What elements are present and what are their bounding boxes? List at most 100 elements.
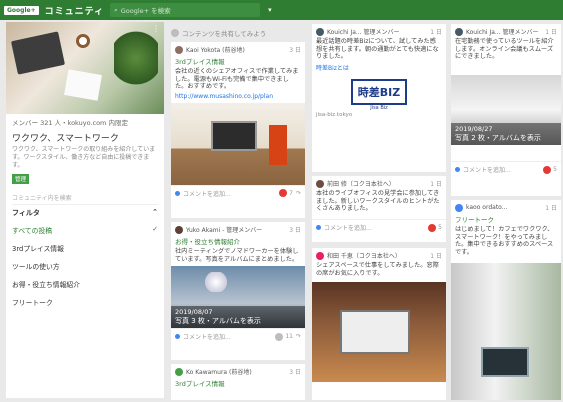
cover-notebook [64,69,102,101]
post-photo[interactable]: 2019/08/07 写真 3 枚・アルバムを表示 [171,266,305,328]
post-photo[interactable]: 2019/08/27 写真 2 枚・アルバムを表示 [451,75,561,145]
post-card-1[interactable]: Kaoi Yokota (前谷地) 3 日 3rdプレイス情報 会社の近くのシェ… [171,42,305,218]
nav-item-all-posts[interactable]: すべての投稿 ✓ [6,221,164,239]
post-card-4[interactable]: Kouichi Ja... 管理メンバー 1 日 最近話題の時差Bizについて、… [312,24,446,172]
avatar[interactable] [316,179,324,188]
album-caption[interactable]: 写真 2 枚・アルバムを表示 [455,133,557,143]
avatar[interactable] [455,27,463,36]
share-prompt[interactable]: コンテンツを共有してみよう [171,26,305,40]
community-search-input[interactable]: コミュニティ内を検索 [12,193,158,205]
post-time: 1 日 [430,181,442,188]
avatar[interactable] [175,45,183,54]
post-time: 1 日 [545,205,557,212]
post-category[interactable]: 3rdプレイス情報 [171,377,305,389]
comment-placeholder: コメントを追加... [183,190,231,198]
laptop-image [340,310,410,354]
post-photo[interactable] [451,263,561,400]
share-icon[interactable]: ↷ [296,190,301,197]
comment-input[interactable]: コメントを追加... [316,223,428,232]
post-author[interactable]: Ko Kawamura (前谷地) [186,367,286,376]
avatar[interactable] [175,225,183,234]
album-overlay[interactable]: 2019/08/27 写真 2 枚・アルバムを表示 [451,123,561,145]
link-source[interactable]: jisa-biz.tokyo [312,111,446,119]
chevron-up-icon[interactable]: ⌃ [152,208,158,218]
plus-one-badge[interactable] [543,165,552,174]
laptop-image [481,347,529,377]
post-text: シェアスペースで仕事をしてみました。窓際の席がお気に入りです。 [316,262,439,277]
nav-item-free-talk[interactable]: フリートーク [6,293,164,311]
community-name: ワクワク、スマートワーク [12,134,119,144]
plus-one-badge[interactable] [275,332,284,341]
jisa-biz-logo[interactable]: 時差BIZ [351,78,407,105]
more-options-icon[interactable]: ⋮ [152,24,160,33]
post-author[interactable]: kaoo ordato... [466,204,542,211]
filter-header[interactable]: フィルタ ⌃ [6,205,164,221]
post-author[interactable]: Kouichi Ja... 管理メンバー [327,27,427,36]
balloons-image [201,272,231,292]
avatar[interactable] [455,203,463,212]
laptop-image [211,120,257,151]
post-card-5[interactable]: 前田 修（コクヨ本社へ） 1 日 本社のライブオフィスの見学会に参加してきました… [312,176,446,242]
post-photo[interactable] [312,282,446,382]
avatar [171,29,179,37]
post-author[interactable]: Kaoi Yokota (前谷地) [186,45,286,54]
plus-one-count: 5 [553,166,557,173]
nav-item-tools[interactable]: ツールの使い方 [6,257,164,275]
post-footer: コメントを追加... 5 [312,219,446,235]
community-sidebar: ⋮ メンバー 321 人・kokuyo.com 内限定 ワクワク、スマートワーク… [6,22,164,398]
post-text: はじめまして！カフェでワクワク、スマートワーク！をやってみました。集中できるおす… [455,226,554,256]
comment-input[interactable]: コメントを追加... [455,165,543,174]
post-text: 本社のライブオフィスの見学会に参加してきました。新しいワークスタイルのヒントがた… [316,190,440,212]
post-category[interactable]: 3rdプレイス情報 [171,55,305,67]
plus-one-count: 11 [285,333,293,340]
google-plus-logo[interactable]: Google+ [4,5,39,15]
post-author[interactable]: 前田 修（コクヨ本社へ） [327,179,427,188]
post-card-8[interactable]: kaoo ordato... 1 日 フリートーク はじめまして！カフェでワクワ… [451,200,561,400]
post-time: 3 日 [289,369,301,376]
nav-item-tips[interactable]: お得・役立ち情報紹介 [6,275,164,293]
comment-input[interactable]: コメントを追加... [175,332,275,341]
post-time: 1 日 [430,29,442,36]
post-card-2[interactable]: Yuko Akami - 管理メンバー 3 日 お得・役立ち情報紹介 社内ミーテ… [171,222,305,360]
album-caption[interactable]: 写真 3 枚・アルバムを表示 [175,316,301,326]
avatar[interactable] [175,367,183,376]
post-footer: コメントを追加... 5 [451,161,561,177]
nav-item-3rd-place[interactable]: 3rdプレイス情報 [6,239,164,257]
community-cover-photo: ⋮ [6,22,164,114]
manager-badge[interactable]: 管理 [12,174,30,184]
nav-item-label: フリートーク [12,299,53,307]
post-link[interactable]: http://www.musashino.co.jp/plan [171,92,305,101]
post-card-3[interactable]: Ko Kawamura (前谷地) 3 日 3rdプレイス情報 [171,364,305,400]
app-title: コミュニティ [44,6,105,17]
avatar [175,190,180,196]
comment-placeholder: コメントを追加... [183,334,231,341]
plus-one-count: 7 [289,189,293,197]
comment-input[interactable]: コメントを追加... [175,189,279,198]
album-overlay[interactable]: 2019/08/07 写真 3 枚・アルバムを表示 [171,306,305,328]
post-card-7[interactable]: Kouichi Ja... 管理メンバー 1 日 在宅勤務で使っているツールを紹… [451,24,561,196]
comment-placeholder: コメントを追加... [324,225,372,232]
plus-one-badge[interactable] [279,189,288,197]
search-input[interactable]: ⌕ Google+ を検索 [110,3,261,17]
post-author[interactable]: 和田 千恵（コクヨ本社へ） [327,251,427,260]
share-icon[interactable]: ↷ [296,333,301,340]
cover-coffee-cup [76,34,90,48]
avatar[interactable] [316,251,324,260]
avatar[interactable] [316,27,324,36]
post-link-text[interactable]: 時差Bizとは [312,62,446,73]
post-author[interactable]: Yuko Akami - 管理メンバー [186,225,286,234]
nav-item-label: すべての投稿 [12,227,53,235]
chevron-down-icon[interactable]: ▾ [268,6,272,14]
post-category[interactable]: フリートーク [451,213,561,225]
community-description: ワクワク、スマートワークの取り組みを紹介しています。ワークスタイル、働き方など自… [12,146,156,169]
post-author[interactable]: Kouichi Ja... 管理メンバー [466,27,542,36]
post-photo[interactable] [171,102,305,185]
post-text: 在宅勤務で使っているツールを紹介します。オンライン会議もスムーズにできました。 [455,38,554,60]
post-card-6[interactable]: 和田 千恵（コクヨ本社へ） 1 日 シェアスペースで仕事をしてみました。窓際の席… [312,248,446,400]
plus-one-badge[interactable] [428,223,437,232]
top-bar: Google+ コミュニティ ⌕ Google+ を検索 ▾ [0,0,563,20]
post-time: 1 日 [430,253,442,260]
post-category[interactable]: お得・役立ち情報紹介 [171,235,305,247]
album-date: 2019/08/07 [175,308,213,316]
search-placeholder: Google+ を検索 [120,7,171,15]
